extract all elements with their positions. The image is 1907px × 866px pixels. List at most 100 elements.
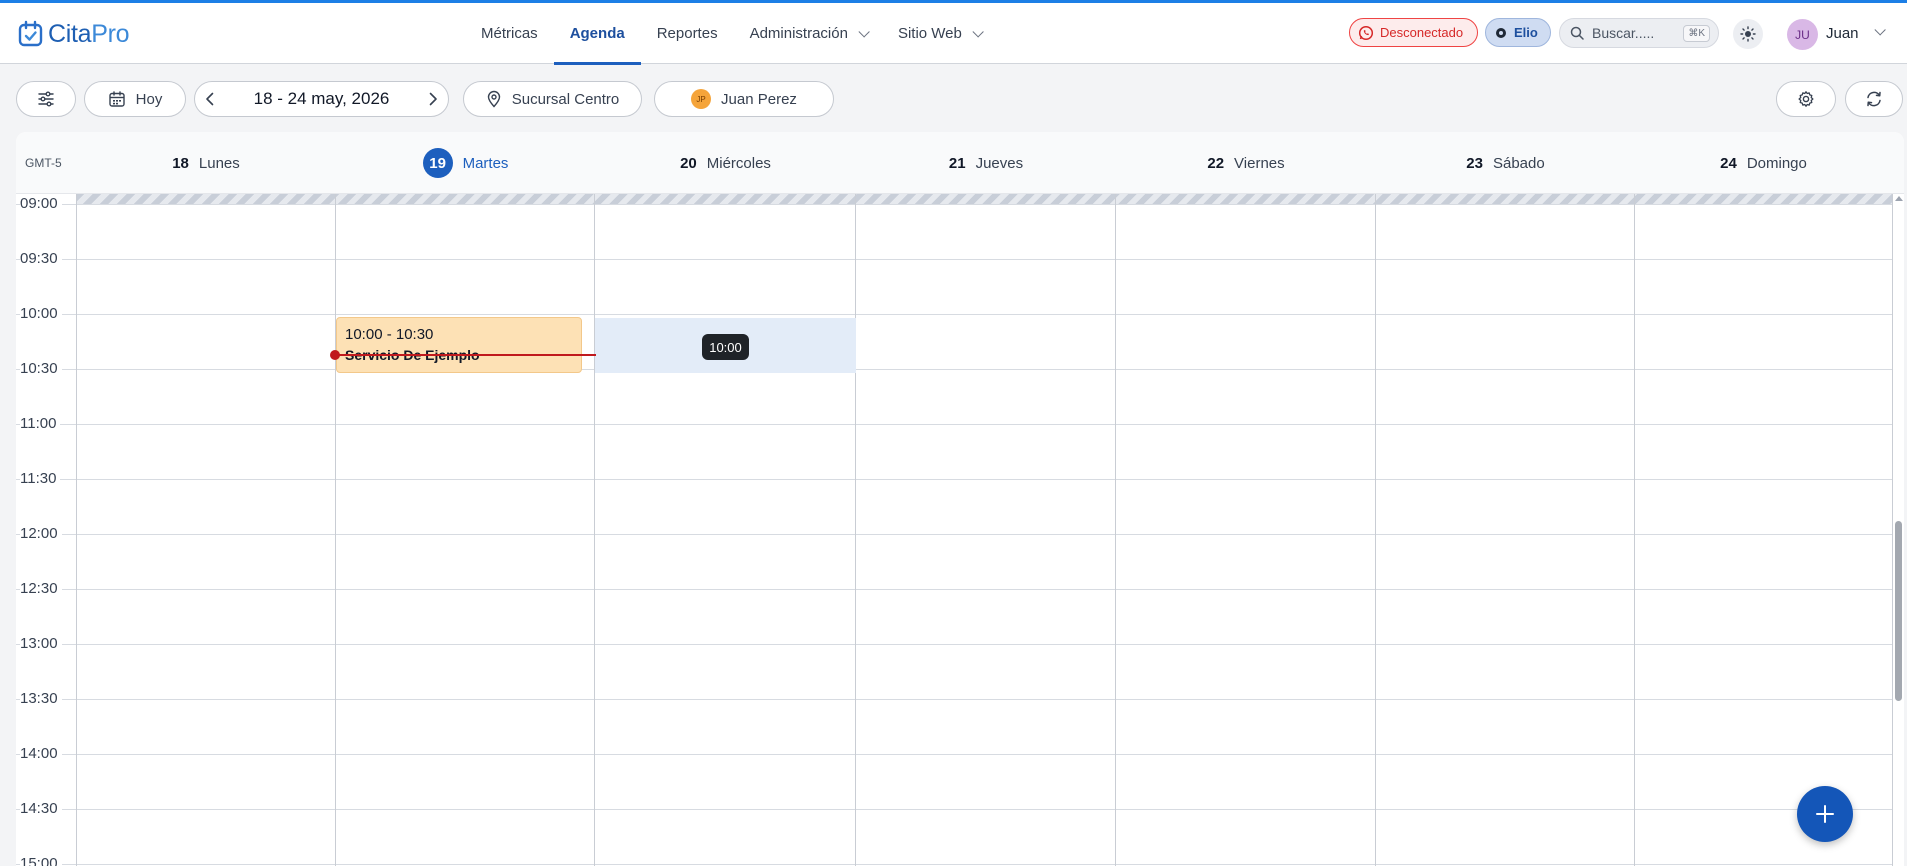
current-time-dot	[330, 350, 340, 360]
app-logo[interactable]: CitaPro	[18, 19, 130, 49]
user-name[interactable]: Juan	[1826, 25, 1859, 42]
chevron-left-icon[interactable]	[203, 91, 217, 107]
branch-selector[interactable]: Sucursal Centro	[463, 81, 642, 117]
sliders-icon	[38, 91, 54, 107]
appointment-event[interactable]: 10:00 - 10:30 Servicio De Ejemplo	[336, 317, 582, 373]
day-header-martes[interactable]: 19 Martes	[336, 132, 595, 194]
grid-line	[16, 479, 1892, 480]
day-header-miercoles[interactable]: 20 Miércoles	[595, 132, 856, 194]
chevron-right-icon[interactable]	[426, 91, 440, 107]
user-avatar[interactable]: JU	[1787, 19, 1818, 50]
staff-label: Juan Perez	[721, 90, 797, 108]
nav-administracion[interactable]: Administración	[734, 3, 882, 64]
add-appointment-button[interactable]	[1797, 786, 1853, 842]
gear-icon	[1798, 91, 1814, 107]
search-shortcut-badge: ⌘K	[1683, 24, 1710, 42]
grid-line	[16, 699, 1892, 700]
main-nav: Métricas Agenda Reportes Administración …	[465, 3, 996, 65]
nav-sitio-web[interactable]: Sitio Web	[882, 3, 996, 64]
whatsapp-status-text: Desconectado	[1380, 25, 1464, 40]
day-number: 24	[1720, 154, 1737, 172]
grid-line	[16, 644, 1892, 645]
nav-reportes[interactable]: Reportes	[641, 3, 734, 64]
day-number: 23	[1466, 154, 1483, 172]
slot-time-tooltip: 10:00	[702, 334, 749, 360]
day-name: Domingo	[1746, 154, 1807, 172]
location-pin-icon	[487, 90, 500, 108]
time-grid[interactable]: 09:00 09:30 10:00 10:30 11:00 11:30 12:0…	[16, 194, 1893, 866]
day-name: Martes	[462, 154, 509, 172]
day-name: Lunes	[198, 154, 240, 172]
day-divider	[1115, 194, 1116, 866]
day-name: Jueves	[975, 154, 1024, 172]
grid-line	[16, 424, 1892, 425]
day-divider	[76, 194, 77, 866]
chevron-down-icon	[972, 25, 984, 38]
nav-agenda[interactable]: Agenda	[553, 3, 641, 65]
time-label: 13:30	[20, 690, 62, 707]
time-label: 09:30	[20, 250, 62, 267]
day-name: Viernes	[1234, 154, 1285, 172]
day-header-sabado[interactable]: 23 Sábado	[1376, 132, 1635, 194]
calendar-scrollbar[interactable]	[1893, 194, 1904, 866]
day-header-viernes[interactable]: 22 Viernes	[1116, 132, 1376, 194]
staff-avatar: JP	[691, 89, 712, 109]
search-box[interactable]: ⌘K	[1559, 18, 1719, 48]
grid-line	[16, 204, 1892, 205]
day-divider	[335, 194, 336, 866]
time-label: 10:30	[20, 360, 62, 377]
branch-label: Sucursal Centro	[511, 90, 620, 108]
current-time-indicator	[334, 354, 596, 356]
chevron-down-icon	[858, 25, 870, 38]
unavailable-hatch	[76, 194, 1892, 204]
day-number: 18	[172, 154, 189, 172]
day-header-lunes[interactable]: 18 Lunes	[76, 132, 336, 194]
day-divider	[855, 194, 856, 866]
day-header-domingo[interactable]: 24 Domingo	[1635, 132, 1892, 194]
today-button[interactable]: Hoy	[84, 81, 186, 117]
time-label: 12:00	[20, 525, 62, 542]
time-label: 11:30	[20, 470, 61, 487]
top-header: CitaPro Métricas Agenda Reportes Adminis…	[0, 3, 1907, 65]
day-number-today: 19	[422, 148, 453, 178]
plus-icon	[1816, 805, 1834, 823]
day-name: Sábado	[1492, 154, 1545, 172]
time-label: 12:30	[20, 580, 62, 597]
day-number: 20	[680, 154, 697, 172]
day-header-jueves[interactable]: 21 Jueves	[856, 132, 1116, 194]
time-label: 15:00	[20, 855, 62, 866]
event-time: 10:00 - 10:30	[345, 326, 434, 343]
grid-line	[16, 754, 1892, 755]
whatsapp-status-badge[interactable]: Desconectado	[1349, 18, 1478, 47]
grid-line	[16, 589, 1892, 590]
grid-line	[16, 809, 1892, 810]
assistant-label: Elio	[1514, 25, 1538, 40]
time-label: 11:00	[20, 415, 61, 432]
theme-toggle-button[interactable]	[1733, 19, 1763, 49]
app-name: CitaPro	[48, 19, 130, 48]
grid-line	[16, 369, 1892, 370]
chevron-down-icon[interactable]	[1874, 24, 1886, 36]
refresh-icon	[1867, 91, 1881, 107]
filters-button[interactable]	[16, 81, 76, 117]
search-input[interactable]	[1592, 25, 1672, 41]
scroll-thumb[interactable]	[1895, 521, 1902, 701]
whatsapp-icon	[1358, 25, 1374, 40]
nav-metricas[interactable]: Métricas	[465, 3, 554, 64]
date-range-picker[interactable]: 18 - 24 may, 2026	[194, 81, 449, 117]
time-label: 13:00	[20, 635, 62, 652]
calendar-check-logo-icon	[18, 20, 43, 47]
calendar-settings-button[interactable]	[1776, 81, 1836, 117]
refresh-button[interactable]	[1845, 81, 1903, 117]
calendar-icon	[108, 91, 125, 107]
staff-selector[interactable]: JP Juan Perez	[654, 81, 834, 117]
scroll-up-icon[interactable]	[1895, 196, 1903, 201]
time-label: 14:00	[20, 745, 62, 762]
grid-line	[16, 314, 1892, 315]
day-divider	[1634, 194, 1635, 866]
time-label: 14:30	[20, 800, 62, 817]
date-range-label[interactable]: 18 - 24 may, 2026	[254, 89, 390, 109]
search-icon	[1570, 26, 1584, 40]
day-number: 22	[1207, 154, 1225, 172]
assistant-button[interactable]: Elio	[1485, 18, 1551, 47]
